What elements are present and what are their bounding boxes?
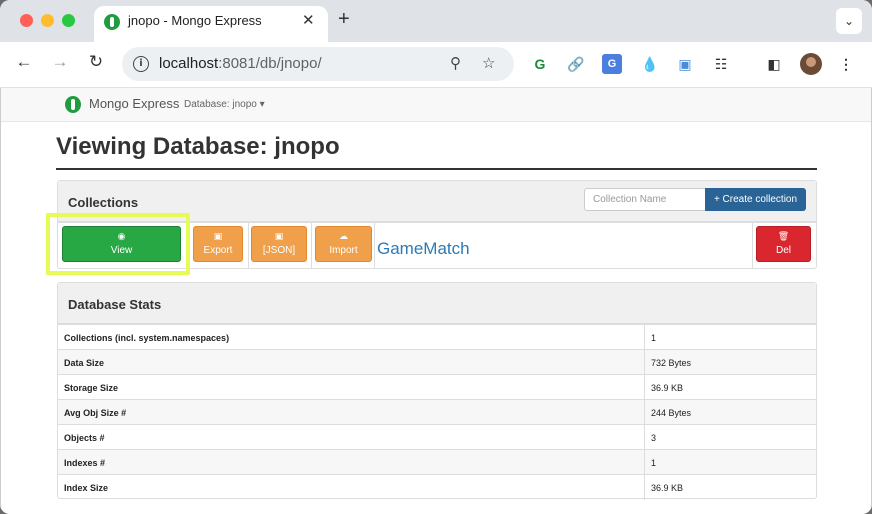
maximize-window-button[interactable] — [62, 14, 75, 27]
more-menu-icon[interactable]: ⋮ — [836, 54, 856, 74]
bookmark-star-icon[interactable]: ☆ — [482, 54, 495, 72]
stats-row: Data Size 732 Bytes — [58, 349, 816, 375]
translate-icon[interactable]: G — [602, 54, 622, 74]
close-tab-icon[interactable]: ✕ — [302, 11, 315, 29]
app-navbar: Mongo Express Database: jnopo ▾ — [1, 88, 871, 122]
stats-label: Indexes # — [64, 458, 106, 468]
stats-value: 732 Bytes — [651, 358, 692, 368]
stats-value: 244 Bytes — [651, 408, 692, 418]
collection-name-link[interactable]: GameMatch — [377, 239, 470, 259]
stats-row: Storage Size 36.9 KB — [58, 374, 816, 400]
stats-value: 1 — [651, 458, 657, 468]
collections-header: Collections — [68, 195, 139, 210]
trash-icon: 🗑 — [777, 232, 790, 242]
site-info-icon[interactable]: i — [133, 56, 149, 72]
grammarly-icon[interactable]: G — [530, 54, 550, 74]
image-icon[interactable]: ▣ — [675, 54, 695, 74]
stats-label: Objects # — [64, 433, 105, 443]
browser-tab[interactable]: jnopo - Mongo Express ✕ — [94, 6, 328, 42]
collection-name-input[interactable]: Collection Name — [584, 188, 706, 211]
tab-title: jnopo - Mongo Express — [128, 13, 262, 28]
stats-label: Data Size — [64, 358, 105, 368]
stats-row: Collections (incl. system.namespaces) 1 — [58, 324, 816, 350]
brand-link[interactable]: Mongo Express — [89, 96, 179, 111]
database-stats-panel: Database Stats Collections (incl. system… — [57, 282, 817, 500]
stats-row: Index Size 36.9 KB — [58, 474, 816, 500]
tab-search-button[interactable]: ⌄ — [836, 8, 862, 34]
stats-label: Avg Obj Size # — [64, 408, 127, 418]
mongo-leaf-icon — [104, 14, 120, 30]
floppy-icon: ▣ — [213, 232, 223, 242]
export-button[interactable]: ▣ Export — [193, 226, 243, 262]
browser-toolbar: ← → ↻ i localhost:8081/db/jnopo/ ⚲ ☆ G 🔗… — [0, 42, 872, 88]
browser-window: jnopo - Mongo Express ✕ + ⌄ ← → ↻ i loca… — [0, 0, 872, 514]
profile-avatar[interactable] — [800, 53, 822, 75]
stats-value: 36.9 KB — [651, 383, 684, 393]
stats-row: Avg Obj Size # 244 Bytes — [58, 399, 816, 425]
close-window-button[interactable] — [20, 14, 33, 27]
tab-strip: jnopo - Mongo Express ✕ + ⌄ — [0, 0, 872, 42]
stats-label: Index Size — [64, 483, 109, 493]
stats-label: Storage Size — [64, 383, 119, 393]
stats-panel-header: Database Stats — [58, 283, 816, 324]
stats-row: Indexes # 1 — [58, 449, 816, 475]
page-content: Mongo Express Database: jnopo ▾ Viewing … — [0, 88, 872, 514]
address-bar[interactable]: i localhost:8081/db/jnopo/ ⚲ ☆ — [122, 47, 514, 81]
page-title: Viewing Database: jnopo — [56, 133, 817, 170]
stats-value: 3 — [651, 433, 657, 443]
back-arrow-icon[interactable]: ← — [12, 52, 36, 72]
extensions-puzzle-icon[interactable]: ☷ — [711, 54, 731, 74]
url-text[interactable]: localhost:8081/db/jnopo/ — [159, 55, 322, 72]
zoom-icon[interactable]: ⚲ — [450, 54, 461, 72]
stats-value: 1 — [651, 333, 657, 343]
create-collection-button[interactable]: + Create collection — [705, 188, 806, 211]
forward-arrow-icon[interactable]: → — [48, 52, 72, 72]
highlight-box — [46, 213, 190, 275]
stats-value: 36.9 KB — [651, 483, 684, 493]
mongo-leaf-icon — [65, 96, 81, 113]
stats-header: Database Stats — [68, 297, 162, 312]
side-panel-icon[interactable]: ◧ — [764, 54, 784, 74]
floppy-icon: ▣ — [274, 232, 284, 242]
minimize-window-button[interactable] — [41, 14, 54, 27]
database-dropdown[interactable]: Database: jnopo ▾ — [184, 99, 265, 110]
cloud-upload-icon: ☁ — [339, 232, 348, 242]
json-export-button[interactable]: ▣ [JSON] — [251, 226, 307, 262]
delete-button[interactable]: 🗑 Del — [756, 226, 811, 262]
stats-row: Objects # 3 — [58, 424, 816, 450]
droplet-icon[interactable]: 💧 — [640, 54, 660, 74]
link-icon[interactable]: 🔗 — [566, 54, 586, 74]
new-tab-button[interactable]: + — [338, 8, 350, 31]
reload-icon[interactable]: ↻ — [84, 52, 108, 72]
import-button[interactable]: ☁ Import — [315, 226, 372, 262]
stats-label: Collections (incl. system.namespaces) — [64, 333, 230, 343]
